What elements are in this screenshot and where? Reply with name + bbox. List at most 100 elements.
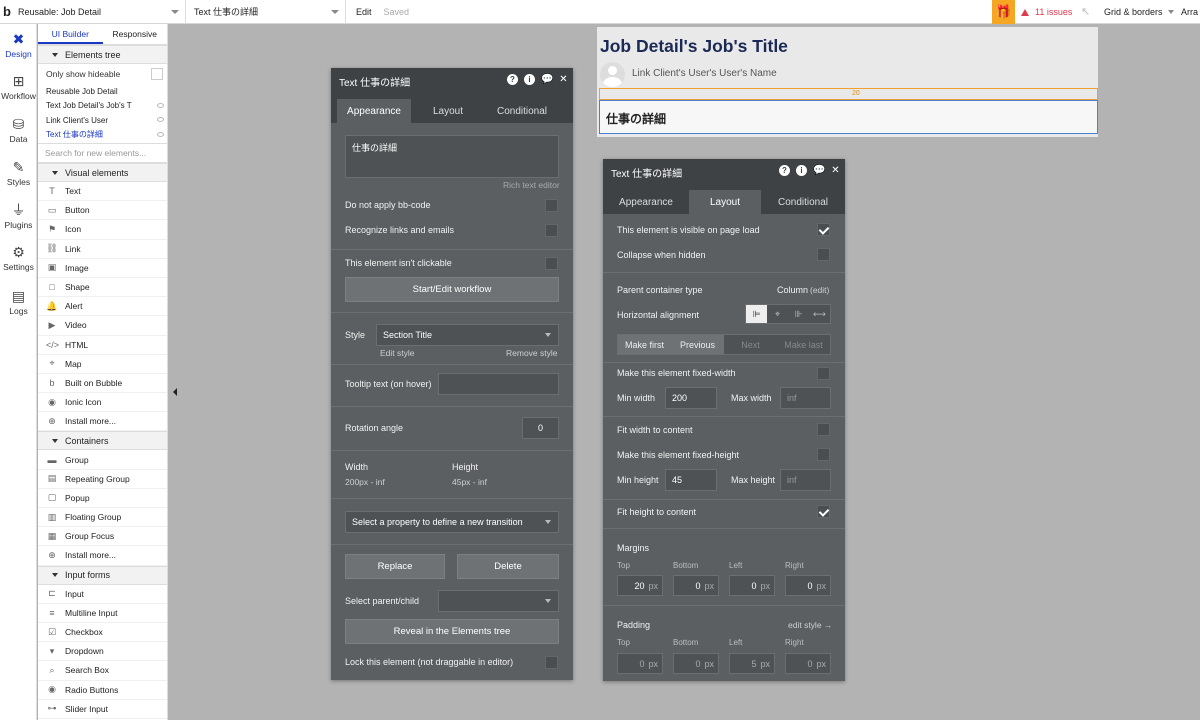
element-item-button[interactable]: ▭ Button (38, 201, 167, 221)
container-item-install-more[interactable]: ⊕ Install more... (38, 546, 167, 566)
close-icon[interactable]: ✕ (558, 74, 569, 85)
gift-icon[interactable]: 🎁 (992, 0, 1015, 24)
cursor-icon[interactable]: ↖ (1081, 5, 1090, 18)
element-item-alert[interactable]: 🔔 Alert (38, 297, 167, 317)
element-item-image[interactable]: ▣ Image (38, 259, 167, 278)
tree-item[interactable]: Link Client's User (38, 113, 167, 128)
rail-item-design[interactable]: ✖ Design (0, 31, 37, 59)
margin-top-input[interactable]: 20 px (617, 575, 663, 596)
arrange-menu[interactable]: Arra (1181, 0, 1198, 24)
canvas-title-text[interactable]: Job Detail's Job's Title (600, 36, 788, 57)
margin-bottom-input[interactable]: 0 px (673, 575, 719, 596)
transition-dropdown[interactable]: Select a property to define a new transi… (345, 511, 559, 533)
containers-header[interactable]: Containers (38, 431, 167, 451)
rail-item-data[interactable]: ⛁ Data (0, 116, 37, 144)
page-selector[interactable]: Reusable: Job Detail (14, 0, 186, 24)
min-height-input[interactable]: 45 (665, 469, 717, 491)
tab-layout[interactable]: Layout (411, 99, 485, 123)
visible-on-load-checkbox[interactable] (817, 223, 830, 236)
container-item-group-focus[interactable]: ▦ Group Focus (38, 527, 167, 547)
info-icon[interactable]: i (796, 165, 807, 176)
rail-item-logs[interactable]: ▤ Logs (0, 288, 37, 316)
remove-style-link[interactable]: Remove style (506, 348, 558, 358)
canvas-selected-text[interactable]: 仕事の詳細 (599, 100, 1098, 134)
element-item-install-more[interactable]: ⊕ Install more... (38, 412, 167, 432)
align-center-icon[interactable]: ⌖ (767, 305, 788, 323)
form-item-search-box[interactable]: ⌕ Search Box (38, 661, 167, 681)
eye-icon[interactable] (157, 102, 164, 108)
max-height-input[interactable]: inf (780, 469, 831, 491)
edit-menu[interactable]: Edit (356, 7, 372, 17)
margin-left-input[interactable]: 0 px (729, 575, 775, 596)
canvas-user-link[interactable]: Link Client's User's User's Name (632, 68, 777, 79)
element-item-text[interactable]: T Text (38, 182, 167, 202)
bubble-logo[interactable]: b (0, 0, 14, 24)
delete-button[interactable]: Delete (457, 554, 559, 579)
tab-responsive[interactable]: Responsive (103, 24, 168, 44)
tab-layout[interactable]: Layout (689, 190, 761, 214)
no-bbcode-checkbox[interactable] (545, 199, 558, 212)
container-item-floating-group[interactable]: ▥ Floating Group (38, 508, 167, 528)
tree-item-selected[interactable]: Text 仕事の詳細 (38, 128, 167, 143)
element-item-video[interactable]: ▶ Video (38, 316, 167, 336)
min-width-input[interactable]: 200 (665, 387, 717, 409)
rail-item-workflow[interactable]: ⊞ Workflow (0, 73, 37, 101)
tab-appearance[interactable]: Appearance (603, 190, 689, 214)
margin-right-input[interactable]: 0 px (785, 575, 831, 596)
tree-item[interactable]: Text Job Detail's Job's T (38, 99, 167, 114)
panel-header[interactable]: Text 仕事の詳細 ? i 💬 ✕ (603, 159, 845, 185)
padding-left-input[interactable]: 5 px (729, 653, 775, 674)
element-item-link[interactable]: ⛓ Link (38, 240, 167, 259)
style-dropdown[interactable]: Section Title (376, 324, 559, 346)
rich-text-editor-link[interactable]: Rich text editor (503, 180, 560, 190)
container-item-popup[interactable]: ▢ Popup (38, 489, 167, 508)
element-item-html[interactable]: </> HTML (38, 336, 167, 355)
element-selector[interactable]: Text 仕事の詳細 (186, 0, 346, 24)
tooltip-input[interactable] (438, 373, 559, 395)
fit-width-checkbox[interactable] (817, 423, 830, 436)
form-item-dropdown[interactable]: ▾ Dropdown (38, 642, 167, 662)
element-item-built-on-bubble[interactable]: b Built on Bubble (38, 374, 167, 394)
rail-item-settings[interactable]: ⚙ Settings (0, 244, 37, 272)
issues-button[interactable]: 11 issues (1021, 0, 1072, 24)
tree-item[interactable]: Reusable Job Detail (38, 84, 167, 99)
eye-icon[interactable] (157, 117, 164, 122)
help-icon[interactable]: ? (779, 165, 790, 176)
start-workflow-button[interactable]: Start/Edit workflow (345, 277, 559, 302)
next-button[interactable]: Next (724, 335, 777, 354)
form-item-multiline-input[interactable]: ≡ Multiline Input (38, 604, 167, 623)
element-item-shape[interactable]: □ Shape (38, 278, 167, 298)
only-show-hideable-checkbox[interactable] (151, 68, 163, 80)
tab-conditional[interactable]: Conditional (761, 190, 845, 214)
make-last-button[interactable]: Make last (777, 335, 830, 354)
padding-top-input[interactable]: 0 px (617, 653, 663, 674)
container-item-repeating-group[interactable]: ▤ Repeating Group (38, 470, 167, 489)
form-item-slider-input[interactable]: ⊶ Slider Input (38, 700, 167, 719)
previous-button[interactable]: Previous (671, 335, 724, 354)
rotation-input[interactable]: 0 (522, 417, 559, 439)
tab-appearance[interactable]: Appearance (337, 99, 411, 123)
search-elements-input[interactable]: Search for new elements... (38, 143, 167, 163)
element-item-ionic-icon[interactable]: ◉ Ionic Icon (38, 393, 167, 413)
comment-icon[interactable]: 💬 (541, 74, 553, 85)
text-content-editor[interactable]: 仕事の詳細 (345, 135, 559, 178)
padding-right-input[interactable]: 0 px (785, 653, 831, 674)
lock-element-checkbox[interactable] (545, 656, 558, 669)
replace-button[interactable]: Replace (345, 554, 445, 579)
close-icon[interactable]: ✕ (830, 165, 841, 176)
align-justify-icon[interactable]: ⟷ (809, 305, 830, 323)
form-item-radio-buttons[interactable]: ◉ Radio Buttons (38, 681, 167, 700)
parent-type-edit-link[interactable]: (edit) (810, 285, 829, 295)
rail-item-plugins[interactable]: ⏚ Plugins (0, 202, 37, 230)
edit-style-link[interactable]: Edit style (380, 348, 415, 358)
elements-tree-header[interactable]: Elements tree (38, 45, 167, 64)
element-item-icon[interactable]: ⚑ Icon (38, 220, 167, 240)
collapse-panel-icon[interactable] (173, 388, 177, 396)
reveal-tree-button[interactable]: Reveal in the Elements tree (345, 619, 559, 644)
form-item-input[interactable]: ⊏ Input (38, 585, 167, 604)
comment-icon[interactable]: 💬 (813, 165, 825, 176)
input-forms-header[interactable]: Input forms (38, 565, 167, 585)
grid-borders-menu[interactable]: Grid & borders (1104, 0, 1174, 24)
element-item-map[interactable]: ⌖ Map (38, 355, 167, 374)
tab-ui-builder[interactable]: UI Builder (38, 24, 103, 44)
